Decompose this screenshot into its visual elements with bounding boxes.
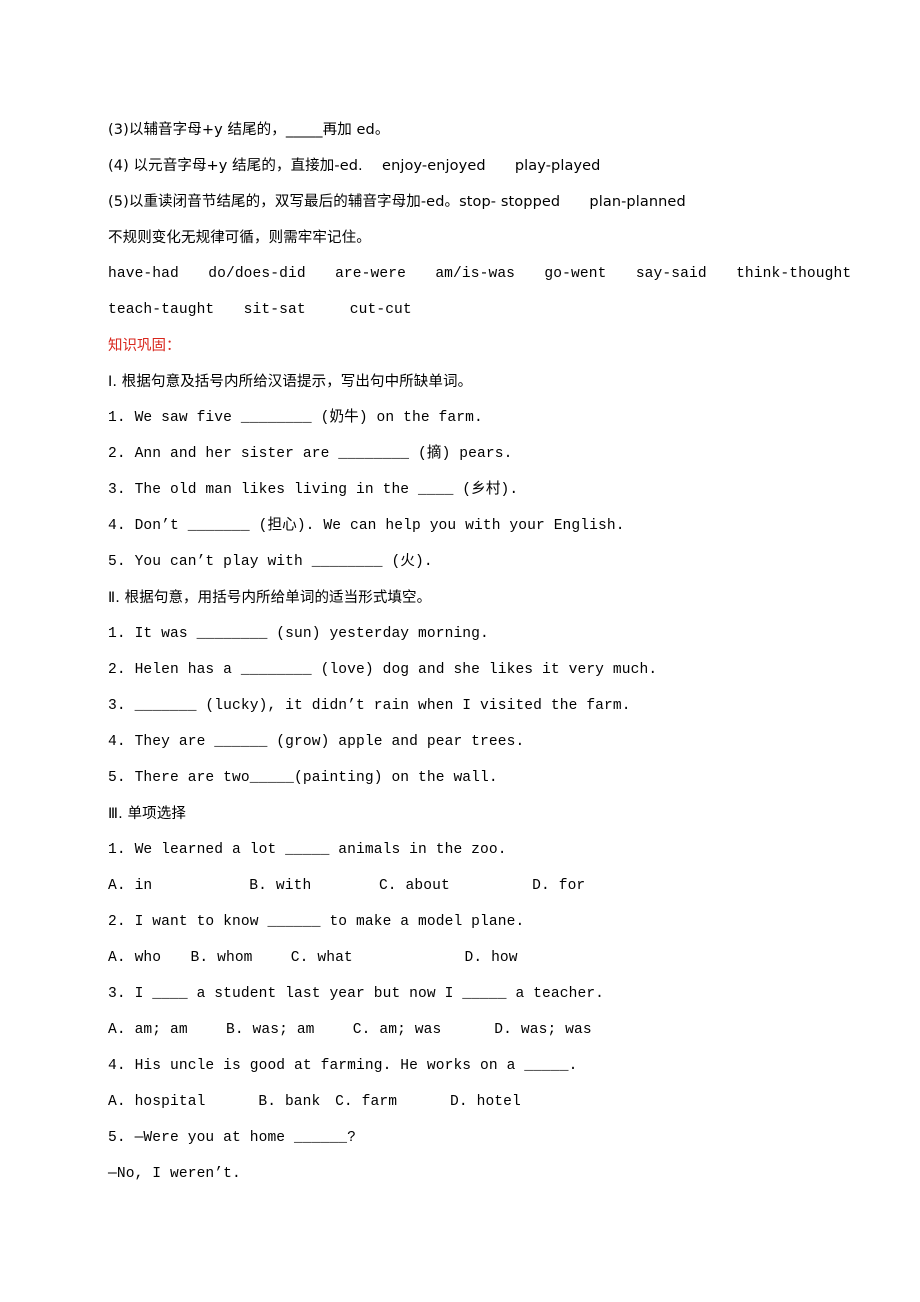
part-1-item-2: 2. Ann and her sister are ________ (摘) p… [108,446,513,462]
part-3-question-4-options: A. hospital B. bank C. farm D. hotel [108,1094,521,1110]
part-1-item-3: 3. The old man likes living in the ____ … [108,482,519,498]
part-1-title: Ⅰ. 根据句意及括号内所给汉语提示，写出句中所缺单词。 [108,374,473,390]
part-3-question-2-stem: 2. I want to know ______ to make a model… [108,914,525,930]
part-2-item-5: 5. There are two_____(painting) on the w… [108,770,498,786]
part-1-item-5: 5. You can’t play with ________ (火). [108,554,433,570]
grammar-rule-5: (5)以重读闭音节结尾的，双写最后的辅音字母加-ed。stop- stopped… [108,194,686,210]
part-1-item-4: 4. Don’t _______ (担心). We can help you w… [108,518,625,534]
part-3-question-5-stem: 5. —Were you at home ______? [108,1130,357,1146]
irregular-verbs-line-1: have-had do/does-did are-were am/is-was … [108,266,852,282]
part-1-item-1: 1. We saw five ________ (奶牛) on the farm… [108,410,483,426]
part-3-question-3-stem: 3. I ____ a student last year but now I … [108,986,605,1002]
grammar-rule-4: (4) 以元音字母+y 结尾的，直接加-ed. enjoy-enjoyed pl… [108,158,601,174]
part-2-title: Ⅱ. 根据句意，用括号内所给单词的适当形式填空。 [108,590,432,606]
part-2-item-2: 2. Helen has a ________ (love) dog and s… [108,662,658,678]
part-2-item-3: 3. _______ (lucky), it didn’t rain when … [108,698,631,714]
part-3-question-1-stem: 1. We learned a lot _____ animals in the… [108,842,507,858]
grammar-rule-irregular-note: 不规则变化无规律可循，则需牢牢记住。 [108,230,371,246]
document-page: (3)以辅音字母+y 结尾的，_____再加 ed。 (4) 以元音字母+y 结… [0,0,920,1302]
part-2-item-4: 4. They are ______ (grow) apple and pear… [108,734,525,750]
part-3-question-2-options: A. who B. whom C. what D. how [108,950,518,966]
part-3-question-5-answer: —No, I weren’t. [108,1166,241,1182]
document-content: (3)以辅音字母+y 结尾的，_____再加 ed。 (4) 以元音字母+y 结… [108,112,852,1192]
grammar-rule-3: (3)以辅音字母+y 结尾的，_____再加 ed。 [108,122,390,138]
part-3-title: Ⅲ. 单项选择 [108,806,186,822]
part-3-question-1-options: A. in B. with C. about D. for [108,878,586,894]
irregular-verbs-line-2: teach-taught sit-sat cut-cut [108,302,412,318]
part-2-item-1: 1. It was ________ (sun) yesterday morni… [108,626,489,642]
section-heading-knowledge-consolidation: 知识巩固： [108,338,181,354]
part-3-question-4-stem: 4. His uncle is good at farming. He work… [108,1058,578,1074]
part-3-question-3-options: A. am; am B. was; am C. am; was D. was; … [108,1022,592,1038]
